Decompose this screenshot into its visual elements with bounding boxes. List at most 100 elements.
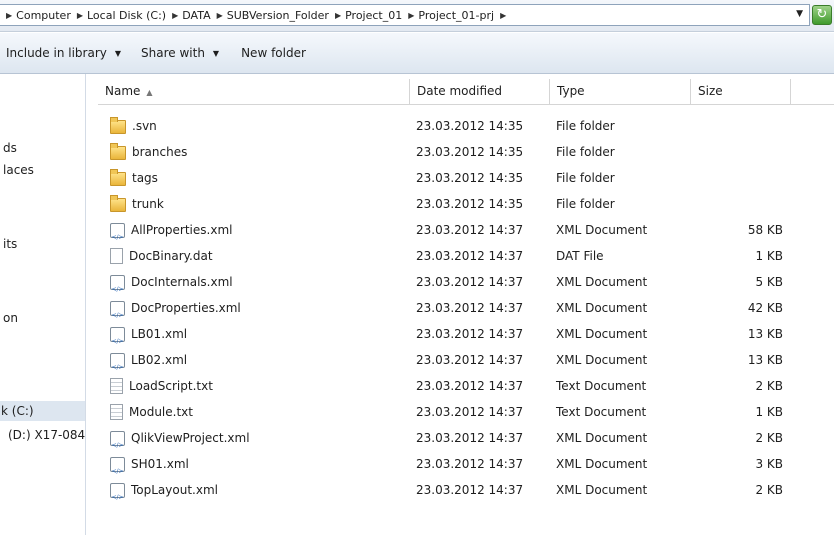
column-header-name[interactable]: Name ▲ [98, 79, 410, 104]
include-in-library-label: Include in library [6, 46, 107, 60]
breadcrumb-label: Project_01 [345, 8, 403, 22]
refresh-icon: ↻ [816, 7, 828, 22]
breadcrumb-project-01-prj[interactable]: ▶ Project_01-prj ▶ [402, 9, 510, 22]
file-size: 2 KB [755, 431, 783, 445]
breadcrumb-data[interactable]: ▶ DATA [166, 9, 211, 22]
nav-item-dvd-drive-d[interactable]: (D:) X17-084 [8, 428, 85, 442]
address-history-dropdown[interactable]: ▼ [796, 9, 803, 19]
xml-file-icon [110, 456, 125, 485]
file-date: 23.03.2012 14:37 [416, 301, 524, 315]
file-row[interactable]: DocInternals.xml 23.03.2012 14:37 XML Docu… [98, 269, 834, 303]
file-type: Text Document [556, 379, 647, 393]
file-type: XML Document [556, 483, 648, 497]
folder-icon [110, 195, 126, 212]
breadcrumb-label: DATA [182, 8, 211, 22]
nav-item-label: ds [3, 141, 17, 155]
column-header-label: Name [105, 84, 141, 98]
chevron-right-icon: ▶ [408, 10, 415, 20]
file-row[interactable]: DocProperties.xml 23.03.2012 14:37 XML Doc… [98, 295, 834, 329]
file-row[interactable]: SH01.xml 23.03.2012 14:37 XML Document 3 KB [98, 451, 834, 485]
refresh-button[interactable]: ↻ [812, 5, 832, 25]
file-row[interactable]: trunk 23.03.2012 14:35 File folder [98, 191, 834, 217]
xml-file-icon [110, 326, 125, 355]
share-with-button[interactable]: Share with ▼ [141, 46, 219, 60]
file-name: TopLayout.xml [131, 483, 218, 497]
column-header-type[interactable]: Type [550, 79, 691, 104]
file-name-cell: QlikViewProject.xml [110, 425, 250, 459]
file-name: SH01.xml [131, 457, 189, 471]
breadcrumb-subversion-folder[interactable]: ▶ SUBVersion_Folder [211, 9, 329, 22]
file-size: 13 KB [747, 327, 783, 341]
file-name-cell: tags [110, 165, 158, 191]
breadcrumb-project-01[interactable]: ▶ Project_01 [329, 9, 402, 22]
file-size: 58 KB [747, 223, 783, 237]
file-name: DocProperties.xml [131, 301, 241, 315]
share-with-label: Share with [141, 46, 205, 60]
file-type: File folder [556, 197, 615, 211]
file-name-cell: DocInternals.xml [110, 269, 233, 303]
file-type: Text Document [556, 405, 647, 419]
file-size: 42 KB [747, 301, 783, 315]
chevron-right-icon: ▶ [500, 10, 507, 20]
file-row[interactable]: DocBinary.dat 23.03.2012 14:37 DAT File 1 K… [98, 243, 834, 269]
file-size: 1 KB [755, 405, 783, 419]
file-name-cell: DocProperties.xml [110, 295, 241, 329]
file-size: 13 KB [747, 353, 783, 367]
file-row[interactable]: Module.txt 23.03.2012 14:37 Text Document 1… [98, 399, 834, 425]
nav-item-documents[interactable]: its [3, 237, 17, 251]
include-in-library-button[interactable]: Include in library ▼ [6, 46, 121, 60]
file-row[interactable]: QlikViewProject.xml 23.03.2012 14:37 XML D… [98, 425, 834, 459]
nav-item-label: laces [3, 163, 34, 177]
folder-icon [110, 143, 126, 160]
column-header-date-modified[interactable]: Date modified [410, 79, 550, 104]
file-name: LoadScript.txt [129, 379, 213, 393]
file-date: 23.03.2012 14:35 [416, 171, 524, 185]
column-header-size[interactable]: Size [691, 79, 791, 104]
file-row[interactable]: LoadScript.txt 23.03.2012 14:37 Text Docum… [98, 373, 834, 399]
file-name: .svn [132, 119, 157, 133]
file-name-cell: LB02.xml [110, 347, 188, 381]
file-date: 23.03.2012 14:37 [416, 431, 524, 445]
file-row[interactable]: .svn 23.03.2012 14:35 File folder [98, 113, 834, 139]
nav-item-libraries[interactable]: on [3, 311, 18, 325]
file-type: XML Document [556, 457, 648, 471]
file-type: DAT File [556, 249, 604, 263]
chevron-right-icon: ▶ [216, 10, 223, 20]
nav-item-label: on [3, 311, 18, 325]
breadcrumb-computer[interactable]: ▶ Computer [0, 9, 71, 22]
nav-item-label: its [3, 237, 18, 251]
file-row[interactable]: AllProperties.xml 23.03.2012 14:37 XML Doc… [98, 217, 834, 251]
sort-ascending-icon: ▲ [146, 88, 153, 97]
file-date: 23.03.2012 14:35 [416, 119, 524, 133]
breadcrumb[interactable]: ▶ Computer ▶ Local Disk (C:) ▶ DATA ▶ SUBVer… [0, 4, 810, 26]
breadcrumb-label: Computer [16, 8, 71, 22]
file-row[interactable]: tags 23.03.2012 14:35 File folder [98, 165, 834, 191]
file-name-cell: LB01.xml [110, 321, 187, 355]
address-bar: ▶ Computer ▶ Local Disk (C:) ▶ DATA ▶ SUBVer… [0, 0, 834, 32]
file-date: 23.03.2012 14:37 [416, 405, 524, 419]
file-name: QlikViewProject.xml [131, 431, 250, 445]
file-row[interactable]: branches 23.03.2012 14:35 File folder [98, 139, 834, 165]
file-name: LB02.xml [131, 353, 188, 367]
file-row[interactable]: LB02.xml 23.03.2012 14:37 XML Document 13 K… [98, 347, 834, 381]
nav-item-recent-places[interactable]: laces [3, 163, 34, 177]
file-date: 23.03.2012 14:37 [416, 249, 524, 263]
file-date: 23.03.2012 14:37 [416, 353, 524, 367]
nav-item-local-disk-c[interactable]: k (C:) [0, 401, 85, 421]
navigation-pane: ds laces its on k (C:) (D:) X17-084 [0, 74, 86, 535]
breadcrumb-local-disk[interactable]: ▶ Local Disk (C:) [71, 9, 166, 22]
nav-item-downloads[interactable]: ds [3, 141, 17, 155]
new-folder-button[interactable]: New folder [241, 46, 306, 60]
file-row[interactable]: TopLayout.xml 23.03.2012 14:37 XML Documen… [98, 477, 834, 511]
file-name: tags [132, 171, 158, 185]
file-size: 2 KB [755, 483, 783, 497]
text-file-icon [110, 404, 123, 420]
breadcrumb-label: Local Disk (C:) [87, 8, 167, 22]
file-date: 23.03.2012 14:35 [416, 197, 524, 211]
file-date: 23.03.2012 14:37 [416, 483, 524, 497]
file-row[interactable]: LB01.xml 23.03.2012 14:37 XML Document 13 K… [98, 321, 834, 355]
file-name-cell: LoadScript.txt [110, 373, 213, 399]
xml-file-icon [110, 352, 125, 381]
file-name-cell: trunk [110, 191, 164, 217]
file-name-cell: TopLayout.xml [110, 477, 218, 511]
